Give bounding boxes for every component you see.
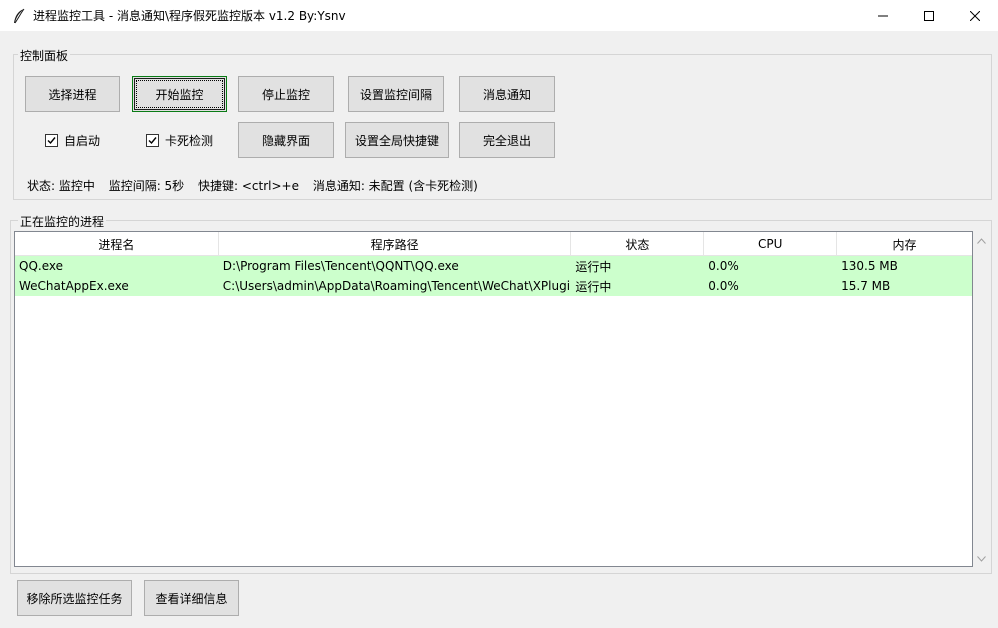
autostart-check-box[interactable] xyxy=(45,134,58,147)
check-icon xyxy=(47,137,56,145)
scroll-down-icon[interactable] xyxy=(976,553,987,564)
stop-monitor-button[interactable]: 停止监控 xyxy=(238,76,334,112)
minimize-icon xyxy=(878,15,888,16)
cell-path: D:\Program Files\Tencent\QQNT\QQ.exe xyxy=(222,259,459,273)
autostart-checkbox[interactable]: 自启动 xyxy=(45,132,100,149)
status-hotkey: 快捷键: <ctrl>+e xyxy=(198,179,299,193)
vertical-scrollbar[interactable] xyxy=(973,231,990,567)
maximize-button[interactable] xyxy=(906,0,952,31)
cell-name: WeChatAppEx.exe xyxy=(19,279,129,293)
cell-memory: 130.5 MB xyxy=(841,259,898,273)
set-interval-button[interactable]: 设置监控间隔 xyxy=(348,76,444,112)
notify-button[interactable]: 消息通知 xyxy=(459,76,555,112)
cell-cpu: 0.0% xyxy=(708,279,739,293)
window-title: 进程监控工具 - 消息通知\程序假死监控版本 v1.2 By:Ysnv xyxy=(33,9,346,23)
column-header-cpu[interactable]: CPU xyxy=(704,232,838,256)
autostart-label: 自启动 xyxy=(64,134,101,148)
minimize-button[interactable] xyxy=(860,0,906,31)
status-notify: 消息通知: 未配置 (含卡死检测) xyxy=(312,179,478,193)
hide-window-button[interactable]: 隐藏界面 xyxy=(238,122,334,158)
cell-path: C:\Users\admin\AppData\Roaming\Tencent\W… xyxy=(222,279,571,293)
view-details-button[interactable]: 查看详细信息 xyxy=(144,580,239,616)
table-row[interactable]: QQ.exe D:\Program Files\Tencent\QQNT\QQ.… xyxy=(15,256,972,276)
column-header-status[interactable]: 状态 xyxy=(571,232,705,256)
cell-status: 运行中 xyxy=(575,259,612,274)
set-hotkey-button[interactable]: 设置全局快捷键 xyxy=(345,122,449,158)
scroll-up-icon[interactable] xyxy=(976,235,987,246)
cell-memory: 15.7 MB xyxy=(841,279,891,293)
close-button[interactable] xyxy=(952,0,998,31)
close-icon xyxy=(970,10,980,21)
select-process-button[interactable]: 选择进程 xyxy=(25,76,120,112)
freeze-detect-label: 卡死检测 xyxy=(165,134,214,148)
cell-cpu: 0.0% xyxy=(708,259,739,273)
process-table[interactable]: 进程名 程序路径 状态 CPU 内存 QQ.exe D:\Program Fil… xyxy=(14,231,973,567)
focus-ring xyxy=(136,80,223,108)
control-panel-label: 控制面板 xyxy=(18,47,71,64)
process-group-label: 正在监控的进程 xyxy=(18,213,107,230)
table-row[interactable]: WeChatAppEx.exe C:\Users\admin\AppData\R… xyxy=(15,276,972,296)
exit-button[interactable]: 完全退出 xyxy=(459,122,555,158)
column-header-name[interactable]: 进程名 xyxy=(15,232,219,256)
cell-name: QQ.exe xyxy=(19,259,63,273)
cell-status: 运行中 xyxy=(575,279,612,294)
freeze-detect-checkbox[interactable]: 卡死检测 xyxy=(146,132,213,149)
freeze-detect-check-box[interactable] xyxy=(146,134,159,147)
status-state: 状态: 监控中 xyxy=(27,179,95,193)
feather-icon xyxy=(11,8,27,24)
status-line: 状态: 监控中 监控间隔: 5秒 快捷键: <ctrl>+e 消息通知: 未配置… xyxy=(27,177,488,194)
check-icon xyxy=(148,137,157,145)
status-interval: 监控间隔: 5秒 xyxy=(108,179,185,193)
maximize-icon xyxy=(924,10,934,21)
column-header-memory[interactable]: 内存 xyxy=(837,232,972,256)
table-header: 进程名 程序路径 状态 CPU 内存 xyxy=(15,232,972,256)
title-bar: 进程监控工具 - 消息通知\程序假死监控版本 v1.2 By:Ysnv xyxy=(0,0,998,31)
remove-task-button[interactable]: 移除所选监控任务 xyxy=(17,580,132,616)
start-monitor-button[interactable]: 开始监控 xyxy=(132,76,227,112)
column-header-path[interactable]: 程序路径 xyxy=(219,232,572,256)
